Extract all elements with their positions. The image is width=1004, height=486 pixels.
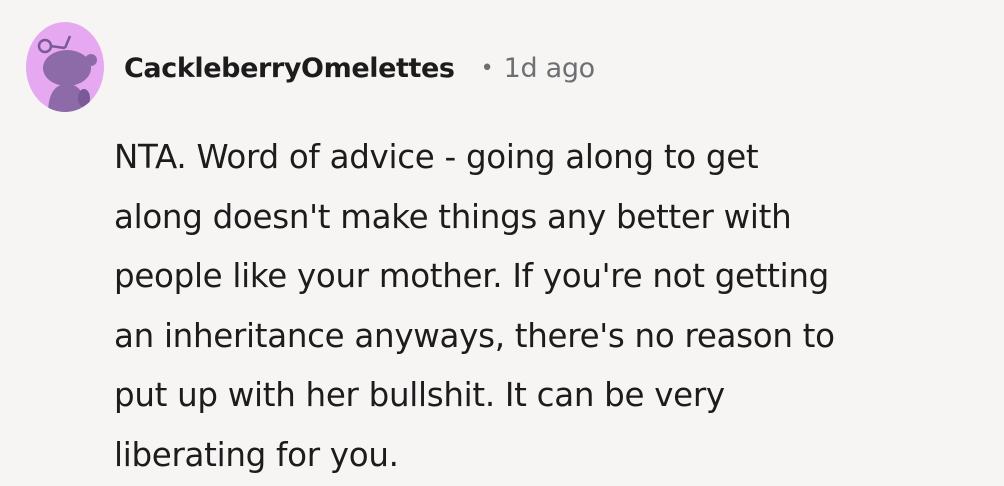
comment-line: liberating for you. <box>114 435 399 474</box>
snoo-avatar-icon <box>37 35 97 112</box>
user-avatar[interactable] <box>26 22 104 112</box>
comment-line: put up with her bullshit. It can be very <box>114 376 725 414</box>
comment-line: an inheritance anyways, there's no reaso… <box>114 316 835 355</box>
comment-line: along doesn't make things any better wit… <box>114 197 792 236</box>
comment-line: NTA. Word of advice - going along to get <box>114 138 759 176</box>
comment: CackleberryOmelettes • 1d ago NTA. Word … <box>0 0 1004 486</box>
comment-body: NTA. Word of advice - going along to get… <box>114 128 994 485</box>
username-link[interactable]: CackleberryOmelettes <box>124 53 455 84</box>
comment-meta: CackleberryOmelettes • 1d ago <box>124 46 595 90</box>
separator-dot: • <box>480 55 494 81</box>
comment-line: people like your mother. If you're not g… <box>114 257 829 295</box>
timestamp[interactable]: 1d ago <box>504 53 596 84</box>
